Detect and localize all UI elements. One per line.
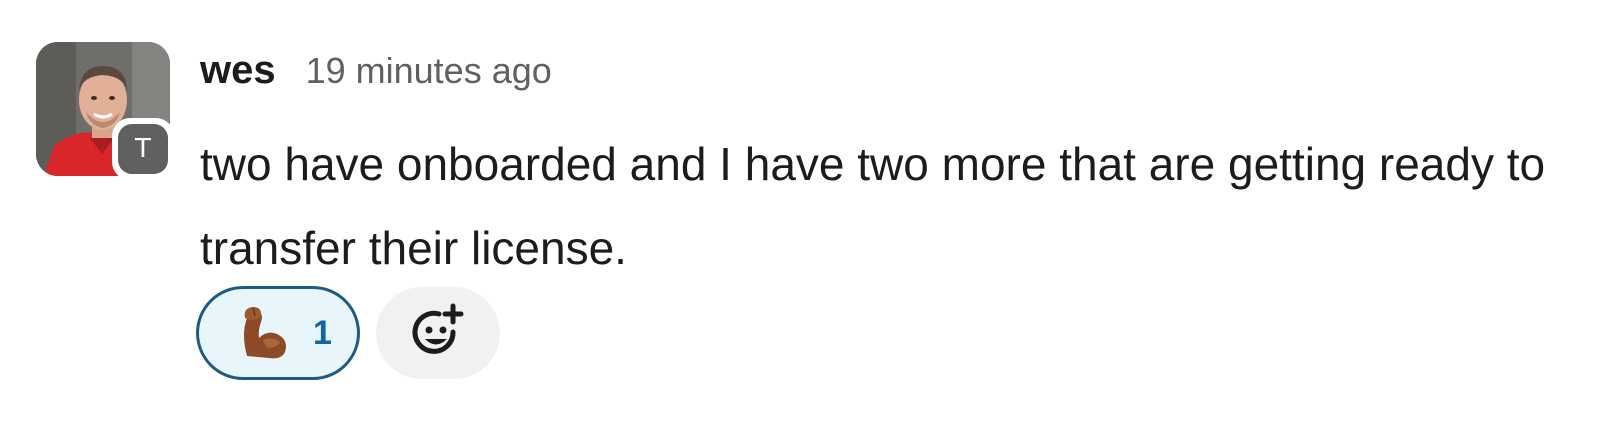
reaction-count: 1 — [313, 313, 332, 352]
reaction-bar: 1 — [196, 286, 500, 380]
author-name[interactable]: wes — [200, 48, 276, 93]
flexed-biceps-icon — [244, 307, 286, 359]
message-text: two have onboarded and I have two more t… — [200, 138, 1546, 274]
team-badge-letter: T — [118, 124, 168, 174]
message-timestamp[interactable]: 19 minutes ago — [306, 50, 552, 92]
reaction-flexed-biceps[interactable]: 1 — [196, 286, 360, 380]
add-reaction-button[interactable] — [376, 287, 500, 379]
message-header: wes 19 minutes ago — [200, 48, 552, 104]
message: T wes 19 minutes ago two have onboarded … — [0, 0, 1600, 424]
add-reaction-icon — [412, 303, 464, 354]
team-badge: T — [112, 118, 174, 180]
